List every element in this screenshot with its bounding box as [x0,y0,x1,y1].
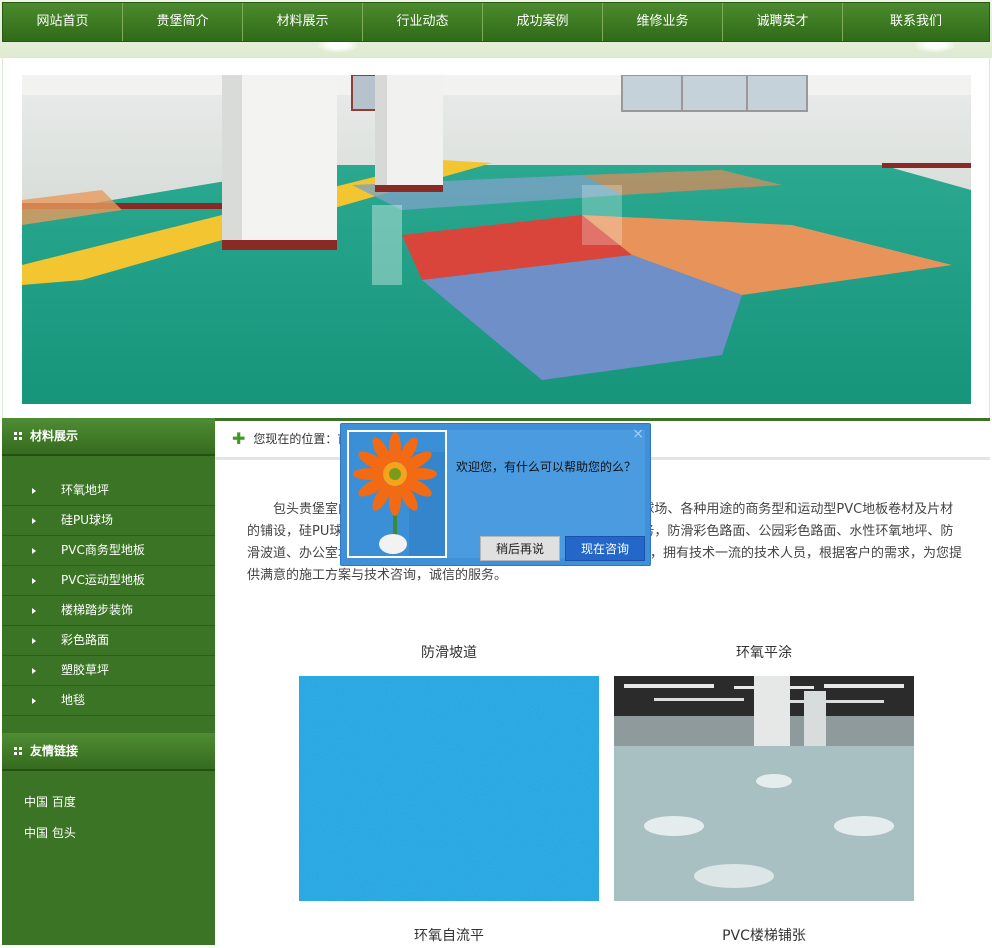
arrow-right-icon [32,577,36,584]
consult-popup: × 欢迎您，有什么可以帮助您的么？ 稍后再说 现在咨询 [340,423,651,566]
friend-link-baidu[interactable]: 中国 百度 [24,787,215,818]
close-icon[interactable]: × [632,426,644,442]
arrow-right-icon [32,487,36,494]
arrow-right-icon [32,637,36,644]
friend-links-list: 中国 百度 中国 包头 [2,787,215,849]
materials-heading-label: 材料展示 [30,429,79,443]
gallery-photo-epoxy-flat[interactable] [614,676,914,901]
gallery-title-antislip-ramp[interactable]: 防滑坡道 [299,642,599,662]
blue-texture-image [299,676,599,901]
sidebar-item-label: 地毯 [61,693,86,707]
epoxy-hall-image [614,676,914,901]
sidebar-item-label: 楼梯踏步装饰 [61,603,134,617]
sidebar-item-silicon-pu-court[interactable]: 硅PU球场 [2,506,215,536]
consult-now-button[interactable]: 现在咨询 [565,536,645,561]
grid-dots-icon [14,747,22,755]
nav-news[interactable]: 行业动态 [363,3,483,41]
arrow-right-icon [32,547,36,554]
sidebar-item-label: 彩色路面 [61,633,110,647]
sidebar-item-carpet[interactable]: 地毯 [2,686,215,716]
banner-image [22,75,971,404]
sidebar-item-stair-decoration[interactable]: 楼梯踏步装饰 [2,596,215,626]
popup-flower-image [347,430,447,558]
arrow-right-icon [32,667,36,674]
sidebar-item-colored-pavement[interactable]: 彩色路面 [2,626,215,656]
floor-illustration [22,75,971,404]
breadcrumb-label: 您现在的位置： [253,432,338,446]
grid-dots-icon [14,432,22,440]
sidebar-item-label: PVC运动型地板 [61,573,145,587]
sidebar-item-label: PVC商务型地板 [61,543,145,557]
gerbera-flower-icon [349,432,445,556]
arrow-right-icon [32,697,36,704]
gallery-title-epoxy-self-leveling[interactable]: 环氧自流平 [299,925,599,945]
friend-link-baotou[interactable]: 中国 包头 [24,818,215,849]
gallery-photo-antislip-ramp[interactable] [299,676,599,901]
arrow-right-icon [32,607,36,614]
popup-message: 欢迎您，有什么可以帮助您的么？ [456,460,637,474]
materials-list: 环氧地坪 硅PU球场 PVC商务型地板 PVC运动型地板 楼梯踏步装饰 彩色路面… [2,476,215,716]
nav-contact[interactable]: 联系我们 [843,3,989,41]
arrow-right-icon [32,517,36,524]
nav-repair[interactable]: 维修业务 [603,3,723,41]
links-heading: 友情链接 [2,733,215,771]
sidebar: 材料展示 环氧地坪 硅PU球场 PVC商务型地板 PVC运动型地板 楼梯踏步装饰… [2,418,215,945]
gallery-title-pvc-stairs[interactable]: PVC楼梯铺张 [614,925,914,945]
plus-icon: ✚ [232,429,246,448]
nav-about[interactable]: 贵堡简介 [123,3,243,41]
materials-heading: 材料展示 [2,418,215,456]
gallery-title-epoxy-flat[interactable]: 环氧平涂 [614,642,914,662]
sidebar-item-label: 硅PU球场 [61,513,114,527]
nav-home[interactable]: 网站首页 [3,3,123,41]
sidebar-item-pvc-sports-floor[interactable]: PVC运动型地板 [2,566,215,596]
nav-jobs[interactable]: 诚聘英才 [723,3,843,41]
sidebar-item-pvc-business-floor[interactable]: PVC商务型地板 [2,536,215,566]
sidebar-item-label: 环氧地坪 [61,483,110,497]
main-nav: 网站首页 贵堡简介 材料展示 行业动态 成功案例 维修业务 诚聘英才 联系我们 [2,2,990,42]
nav-materials[interactable]: 材料展示 [243,3,363,41]
sidebar-item-plastic-turf[interactable]: 塑胶草坪 [2,656,215,686]
nav-cases[interactable]: 成功案例 [483,3,603,41]
later-button[interactable]: 稍后再说 [480,536,560,561]
sidebar-item-epoxy-floor[interactable]: 环氧地坪 [2,476,215,506]
links-heading-label: 友情链接 [30,744,79,758]
sidebar-item-label: 塑胶草坪 [61,663,110,677]
